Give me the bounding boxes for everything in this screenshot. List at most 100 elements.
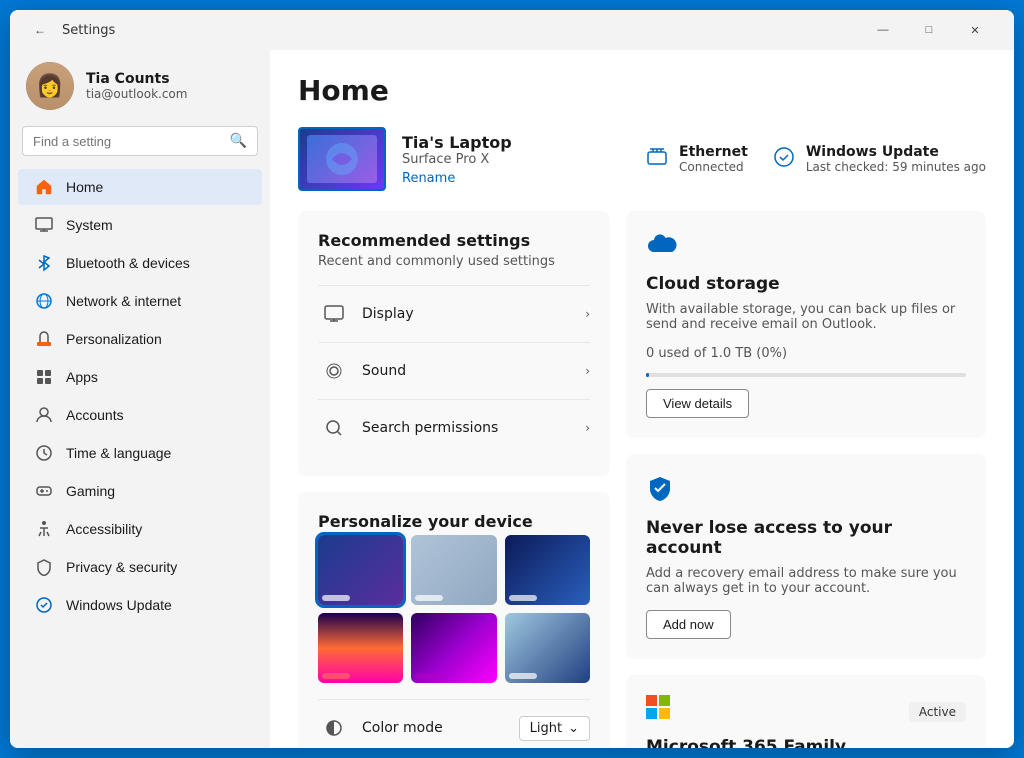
home-icon <box>34 177 54 197</box>
wallpaper-1[interactable] <box>318 535 403 605</box>
profile-info: Tia Counts tia@outlook.com <box>86 71 187 101</box>
account-security-card: Never lose access to your account Add a … <box>626 454 986 659</box>
wallpaper-2[interactable] <box>411 535 496 605</box>
left-column: Recommended settings Recent and commonly… <box>298 211 610 748</box>
close-icon: ✕ <box>970 24 979 37</box>
cloud-icon <box>646 231 966 264</box>
account-security-title: Never lose access to your account <box>646 518 966 558</box>
personalize-card: Personalize your device <box>298 492 610 748</box>
search-chevron-icon: › <box>585 421 590 435</box>
search-permissions-icon <box>318 412 350 444</box>
microsoft365-title: Microsoft 365 Family <box>646 737 966 748</box>
close-button[interactable]: ✕ <box>952 14 998 46</box>
device-rename-link[interactable]: Rename <box>402 171 455 186</box>
sidebar-item-apps[interactable]: Apps <box>18 359 262 395</box>
sidebar-item-bluetooth[interactable]: Bluetooth & devices <box>18 245 262 281</box>
sidebar-item-privacy-label: Privacy & security <box>66 559 177 575</box>
color-mode-value: Light <box>530 721 562 736</box>
sidebar-item-system-label: System <box>66 217 113 233</box>
sidebar: 👩 Tia Counts tia@outlook.com 🔍 Home <box>10 50 270 748</box>
status-windows-update: Windows Update Last checked: 59 minutes … <box>772 144 986 174</box>
device-model: Surface Pro X <box>402 152 629 167</box>
profile-section: 👩 Tia Counts tia@outlook.com <box>10 50 270 126</box>
wallpaper-grid <box>318 535 590 683</box>
recommended-title: Recommended settings <box>318 231 590 250</box>
ethernet-icon <box>645 145 669 174</box>
sidebar-item-gaming-label: Gaming <box>66 483 115 499</box>
display-icon <box>318 298 350 330</box>
search-box[interactable]: 🔍 <box>22 126 258 156</box>
back-button[interactable]: ← <box>26 16 54 44</box>
update-label: Windows Update <box>806 144 986 160</box>
settings-row-search[interactable]: Search permissions › <box>318 399 590 456</box>
color-mode-select[interactable]: Light ⌄ <box>519 716 590 741</box>
account-security-desc: Add a recovery email address to make sur… <box>646 566 966 596</box>
personalization-icon <box>34 329 54 349</box>
apps-icon <box>34 367 54 387</box>
update-status-icon <box>772 145 796 174</box>
active-badge: Active <box>909 702 966 722</box>
recommended-settings-card: Recommended settings Recent and commonly… <box>298 211 610 476</box>
profile-name: Tia Counts <box>86 71 187 87</box>
network-icon <box>34 291 54 311</box>
sidebar-item-accounts[interactable]: Accounts <box>18 397 262 433</box>
device-name: Tia's Laptop <box>402 133 629 152</box>
color-mode-icon <box>318 712 350 744</box>
wallpaper-3[interactable] <box>505 535 590 605</box>
sidebar-item-accessibility-label: Accessibility <box>66 521 142 537</box>
display-chevron-icon: › <box>585 307 590 321</box>
maximize-icon: □ <box>926 24 933 36</box>
maximize-button[interactable]: □ <box>906 14 952 46</box>
accounts-icon <box>34 405 54 425</box>
color-mode-row[interactable]: Color mode Light ⌄ <box>318 699 590 748</box>
sound-label: Sound <box>362 363 585 379</box>
display-label: Display <box>362 306 585 322</box>
search-icon: 🔍 <box>230 133 247 149</box>
sidebar-item-network-label: Network & internet <box>66 293 181 309</box>
settings-row-sound[interactable]: Sound › <box>318 342 590 399</box>
sidebar-item-windows-update[interactable]: Windows Update <box>18 587 262 623</box>
color-mode-label: Color mode <box>362 720 519 736</box>
sidebar-item-time[interactable]: Time & language <box>18 435 262 471</box>
personalize-title: Personalize your device <box>318 512 590 531</box>
sidebar-item-network[interactable]: Network & internet <box>18 283 262 319</box>
view-details-button[interactable]: View details <box>646 389 749 418</box>
bluetooth-icon <box>34 253 54 273</box>
avatar: 👩 <box>26 62 74 110</box>
sidebar-item-home-label: Home <box>66 179 103 195</box>
search-permissions-label: Search permissions <box>362 420 585 436</box>
sidebar-item-home[interactable]: Home <box>18 169 262 205</box>
search-input[interactable] <box>33 134 222 149</box>
page-title: Home <box>298 74 986 107</box>
wallpaper-5[interactable] <box>411 613 496 683</box>
sidebar-item-accessibility[interactable]: Accessibility <box>18 511 262 547</box>
sidebar-item-accounts-label: Accounts <box>66 407 124 423</box>
windows-update-icon <box>34 595 54 615</box>
status-pills: Ethernet Connected Windows Update Last c… <box>645 144 986 174</box>
gaming-icon <box>34 481 54 501</box>
sidebar-item-bluetooth-label: Bluetooth & devices <box>66 255 190 271</box>
sidebar-item-privacy[interactable]: Privacy & security <box>18 549 262 585</box>
sidebar-item-time-label: Time & language <box>66 445 171 461</box>
privacy-icon <box>34 557 54 577</box>
settings-row-display[interactable]: Display › <box>318 285 590 342</box>
wallpaper-4[interactable] <box>318 613 403 683</box>
sidebar-item-gaming[interactable]: Gaming <box>18 473 262 509</box>
status-ethernet: Ethernet Connected <box>645 144 748 174</box>
device-info: Tia's Laptop Surface Pro X Rename <box>402 133 629 186</box>
back-icon: ← <box>34 23 46 37</box>
sidebar-item-personalization[interactable]: Personalization <box>18 321 262 357</box>
wallpaper-6[interactable] <box>505 613 590 683</box>
recommended-sub: Recent and commonly used settings <box>318 254 590 269</box>
minimize-button[interactable]: ― <box>860 14 906 46</box>
accessibility-icon <box>34 519 54 539</box>
sidebar-item-apps-label: Apps <box>66 369 98 385</box>
sidebar-item-system[interactable]: System <box>18 207 262 243</box>
titlebar: ← Settings ― □ ✕ <box>10 10 1014 50</box>
window-title: Settings <box>62 23 860 38</box>
add-now-button[interactable]: Add now <box>646 610 731 639</box>
device-thumbnail <box>298 127 386 191</box>
microsoft365-card: Active Microsoft 365 Family You have 1 T… <box>626 675 986 748</box>
shield-icon <box>646 474 966 508</box>
sidebar-item-windows-update-label: Windows Update <box>66 597 172 613</box>
